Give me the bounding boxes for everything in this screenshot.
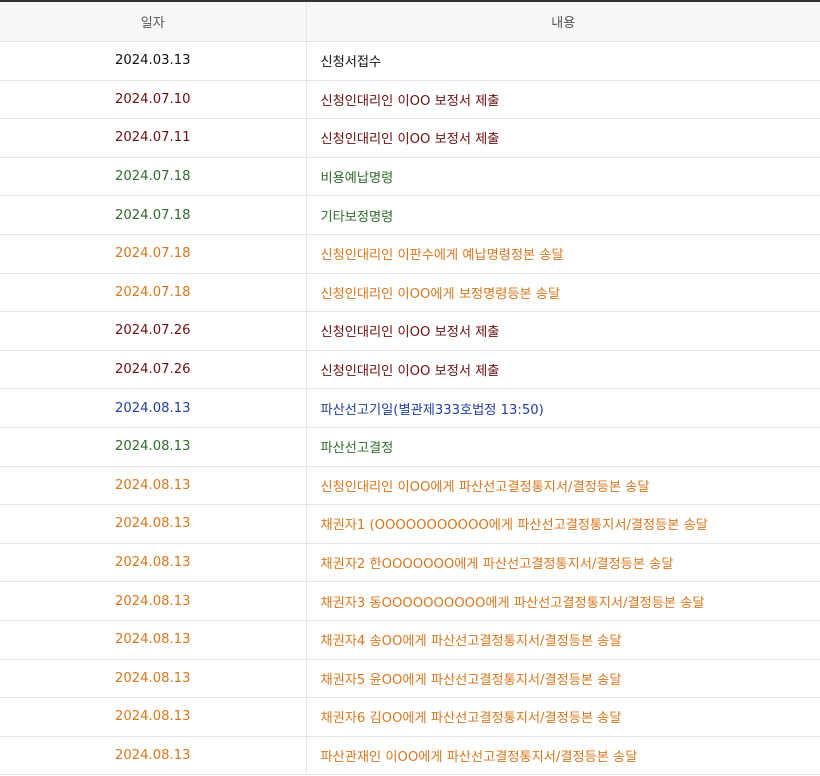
date-cell: 2024.07.10	[0, 80, 307, 120]
content-cell: 비용예납명령	[306, 157, 820, 197]
table-row: 2024.08.13 채권자4 송OO에게 파산선고결정통지서/결정등본 송달	[0, 620, 820, 660]
table-row: 2024.07.18 신청인대리인 이판수에게 예납명령정본 송달	[0, 234, 820, 274]
table-row: 2024.08.13 채권자6 김OO에게 파산선고결정통지서/결정등본 송달	[0, 697, 820, 737]
content-cell: 채권자5 윤OO에게 파산선고결정통지서/결정등본 송달	[306, 659, 820, 699]
content-cell: 채권자4 송OO에게 파산선고결정통지서/결정등본 송달	[306, 620, 820, 660]
date-cell: 2024.08.13	[0, 581, 307, 621]
table-row: 2024.08.13 채권자1 (OOOOOOOOOOO에게 파산선고결정통지서…	[0, 504, 820, 544]
date-column-header: 일자	[0, 2, 307, 42]
content-cell: 신청인대리인 이OO에게 파산선고결정통지서/결정등본 송달	[306, 466, 820, 506]
content-cell: 채권자3 동OOOOOOOOOO에게 파산선고결정통지서/결정등본 송달	[306, 581, 820, 621]
table-header: 일자 내용	[0, 2, 820, 42]
table-row: 2024.07.18 기타보정명령	[0, 195, 820, 235]
table-row: 2024.08.13 채권자3 동OOOOOOOOOO에게 파산선고결정통지서/…	[0, 581, 820, 621]
date-cell: 2024.07.26	[0, 350, 307, 390]
content-cell: 기타보정명령	[306, 195, 820, 235]
date-cell: 2024.07.18	[0, 273, 307, 313]
table-row: 2024.08.13 채권자2 한OOOOOOO에게 파산선고결정통지서/결정등…	[0, 543, 820, 583]
date-cell: 2024.08.13	[0, 736, 307, 776]
case-progress-table: 일자 내용 2024.03.13 신청서접수 2024.07.10 신청인대리인…	[0, 0, 820, 776]
table-row: 2024.07.26 신청인대리인 이OO 보정서 제출	[0, 350, 820, 390]
content-cell: 파산선고결정	[306, 427, 820, 467]
date-cell: 2024.07.18	[0, 234, 307, 274]
content-cell: 신청인대리인 이OO 보정서 제출	[306, 80, 820, 120]
date-cell: 2024.03.13	[0, 41, 307, 81]
date-cell: 2024.08.13	[0, 620, 307, 660]
date-cell: 2024.08.13	[0, 466, 307, 506]
content-cell: 신청인대리인 이OO 보정서 제출	[306, 350, 820, 390]
table-row: 2024.07.10 신청인대리인 이OO 보정서 제출	[0, 80, 820, 120]
content-cell: 신청인대리인 이OO에게 보정명령등본 송달	[306, 273, 820, 313]
date-cell: 2024.07.11	[0, 118, 307, 158]
table-row: 2024.08.13 파산선고기일(별관제333호법정 13:50)	[0, 388, 820, 428]
table-row: 2024.03.13 신청서접수	[0, 41, 820, 81]
content-cell: 파산관재인 이OO에게 파산선고결정통지서/결정등본 송달	[306, 736, 820, 776]
content-column-header: 내용	[306, 2, 820, 42]
table-row: 2024.07.18 비용예납명령	[0, 157, 820, 197]
date-cell: 2024.08.13	[0, 427, 307, 467]
date-cell: 2024.08.13	[0, 388, 307, 428]
content-cell: 채권자2 한OOOOOOO에게 파산선고결정통지서/결정등본 송달	[306, 543, 820, 583]
table-row: 2024.08.13 파산선고결정	[0, 427, 820, 467]
date-cell: 2024.08.13	[0, 504, 307, 544]
table-row: 2024.07.11 신청인대리인 이OO 보정서 제출	[0, 118, 820, 158]
date-cell: 2024.08.13	[0, 543, 307, 583]
content-cell: 신청인대리인 이OO 보정서 제출	[306, 311, 820, 351]
content-cell: 신청서접수	[306, 41, 820, 81]
table-body: 2024.03.13 신청서접수 2024.07.10 신청인대리인 이OO 보…	[0, 41, 820, 776]
content-cell: 신청인대리인 이OO 보정서 제출	[306, 118, 820, 158]
content-cell: 파산선고기일(별관제333호법정 13:50)	[306, 388, 820, 428]
date-cell: 2024.07.26	[0, 311, 307, 351]
date-cell: 2024.08.13	[0, 659, 307, 699]
table-row: 2024.07.18 신청인대리인 이OO에게 보정명령등본 송달	[0, 273, 820, 313]
date-cell: 2024.07.18	[0, 195, 307, 235]
date-cell: 2024.08.13	[0, 697, 307, 737]
content-cell: 신청인대리인 이판수에게 예납명령정본 송달	[306, 234, 820, 274]
content-cell: 채권자1 (OOOOOOOOOOO에게 파산선고결정통지서/결정등본 송달	[306, 504, 820, 544]
header-row: 일자 내용	[0, 2, 820, 42]
table-row: 2024.08.13 채권자5 윤OO에게 파산선고결정통지서/결정등본 송달	[0, 659, 820, 699]
progress-table: 일자 내용 2024.03.13 신청서접수 2024.07.10 신청인대리인…	[0, 2, 820, 776]
table-row: 2024.08.13 신청인대리인 이OO에게 파산선고결정통지서/결정등본 송…	[0, 466, 820, 506]
date-cell: 2024.07.18	[0, 157, 307, 197]
table-row: 2024.08.13 파산관재인 이OO에게 파산선고결정통지서/결정등본 송달	[0, 736, 820, 776]
table-row: 2024.07.26 신청인대리인 이OO 보정서 제출	[0, 311, 820, 351]
content-cell: 채권자6 김OO에게 파산선고결정통지서/결정등본 송달	[306, 697, 820, 737]
